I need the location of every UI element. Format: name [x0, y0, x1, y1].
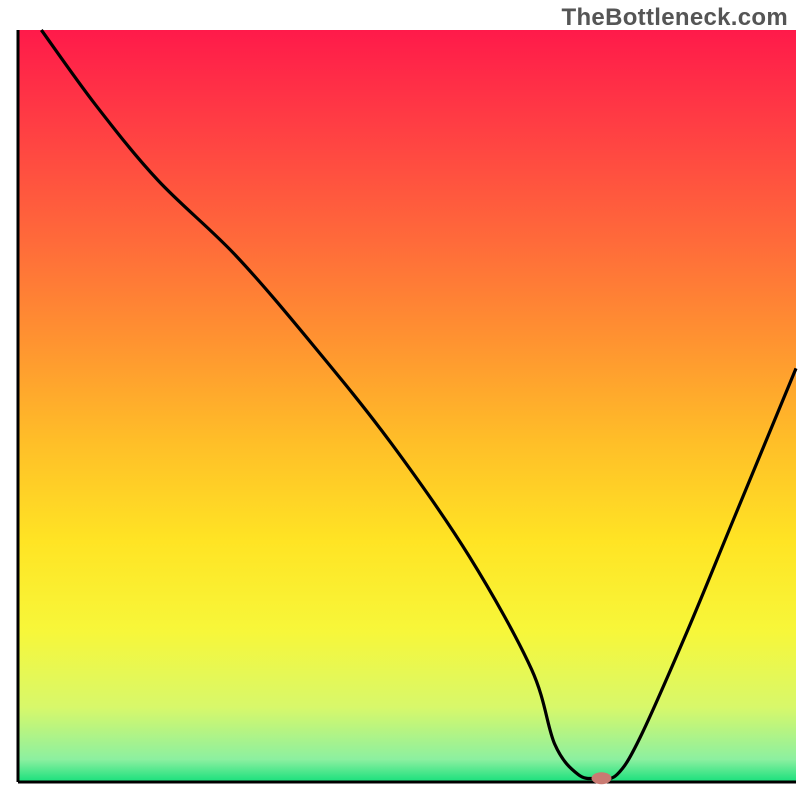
plot-background — [18, 30, 796, 782]
watermark-text: TheBottleneck.com — [562, 4, 788, 32]
bottleneck-chart — [0, 0, 800, 800]
chart-container: TheBottleneck.com — [0, 0, 800, 800]
optimal-marker — [592, 772, 612, 784]
